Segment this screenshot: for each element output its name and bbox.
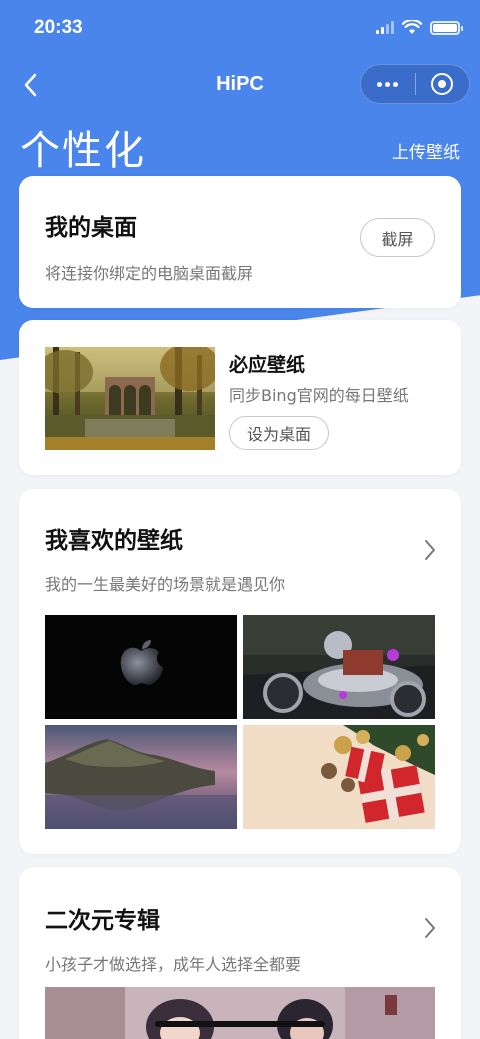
- anime-album-card[interactable]: 二次元专辑 小孩子才做选择，成年人选择全都要: [19, 867, 461, 1039]
- page-title: 个性化: [20, 128, 146, 174]
- my-desktop-subtitle: 将连接你绑定的电脑桌面截屏: [45, 264, 254, 283]
- bing-wallpaper-card[interactable]: 必应壁纸 同步Bing官网的每日壁纸 设为桌面: [19, 320, 461, 475]
- favorite-wallpapers-card[interactable]: 我喜欢的壁纸 我的一生最美好的场景就是遇见你: [19, 489, 461, 854]
- status-time: 20:33: [34, 17, 83, 38]
- upload-wallpaper-link[interactable]: 上传壁纸: [392, 138, 460, 163]
- more-button[interactable]: [361, 65, 415, 103]
- apple-logo-wallpaper[interactable]: [45, 615, 237, 719]
- bing-wallpaper-thumbnail[interactable]: [45, 347, 215, 450]
- anime-album-subtitle: 小孩子才做选择，成年人选择全都要: [45, 955, 302, 974]
- chevron-right-icon[interactable]: [423, 917, 437, 939]
- anime-album-title: 二次元专辑: [45, 908, 160, 934]
- my-desktop-title: 我的桌面: [45, 215, 137, 241]
- battery-icon: [430, 20, 463, 35]
- chevron-right-icon[interactable]: [423, 539, 437, 561]
- favorite-wallpapers-subtitle: 我的一生最美好的场景就是遇见你: [45, 575, 286, 594]
- favorite-wallpapers-title: 我喜欢的壁纸: [45, 528, 183, 554]
- my-desktop-card[interactable]: 我的桌面 将连接你绑定的电脑桌面截屏 截屏: [19, 176, 461, 308]
- bing-wallpaper-subtitle: 同步Bing官网的每日壁纸: [229, 386, 409, 405]
- bing-wallpaper-title: 必应壁纸: [229, 354, 306, 376]
- home-indicator: [155, 1021, 325, 1027]
- screenshot-button[interactable]: 截屏: [360, 218, 435, 257]
- status-bar: 20:33: [0, 0, 480, 58]
- more-dots-icon: [377, 81, 399, 87]
- mini-program-capsule: [360, 64, 470, 104]
- set-as-desktop-button[interactable]: 设为桌面: [229, 416, 329, 450]
- christmas-gift-wallpaper[interactable]: [243, 725, 435, 829]
- wifi-icon: [402, 20, 422, 34]
- anime-album-image[interactable]: [45, 987, 435, 1039]
- close-mini-program-button[interactable]: [416, 65, 470, 103]
- island-sunset-wallpaper[interactable]: [45, 725, 237, 829]
- signal-icon: [376, 21, 394, 34]
- motorcycle-rider-wallpaper[interactable]: [243, 615, 435, 719]
- target-icon: [431, 73, 454, 95]
- status-icons: [376, 20, 463, 35]
- navigation-bar: HiPC: [0, 58, 480, 112]
